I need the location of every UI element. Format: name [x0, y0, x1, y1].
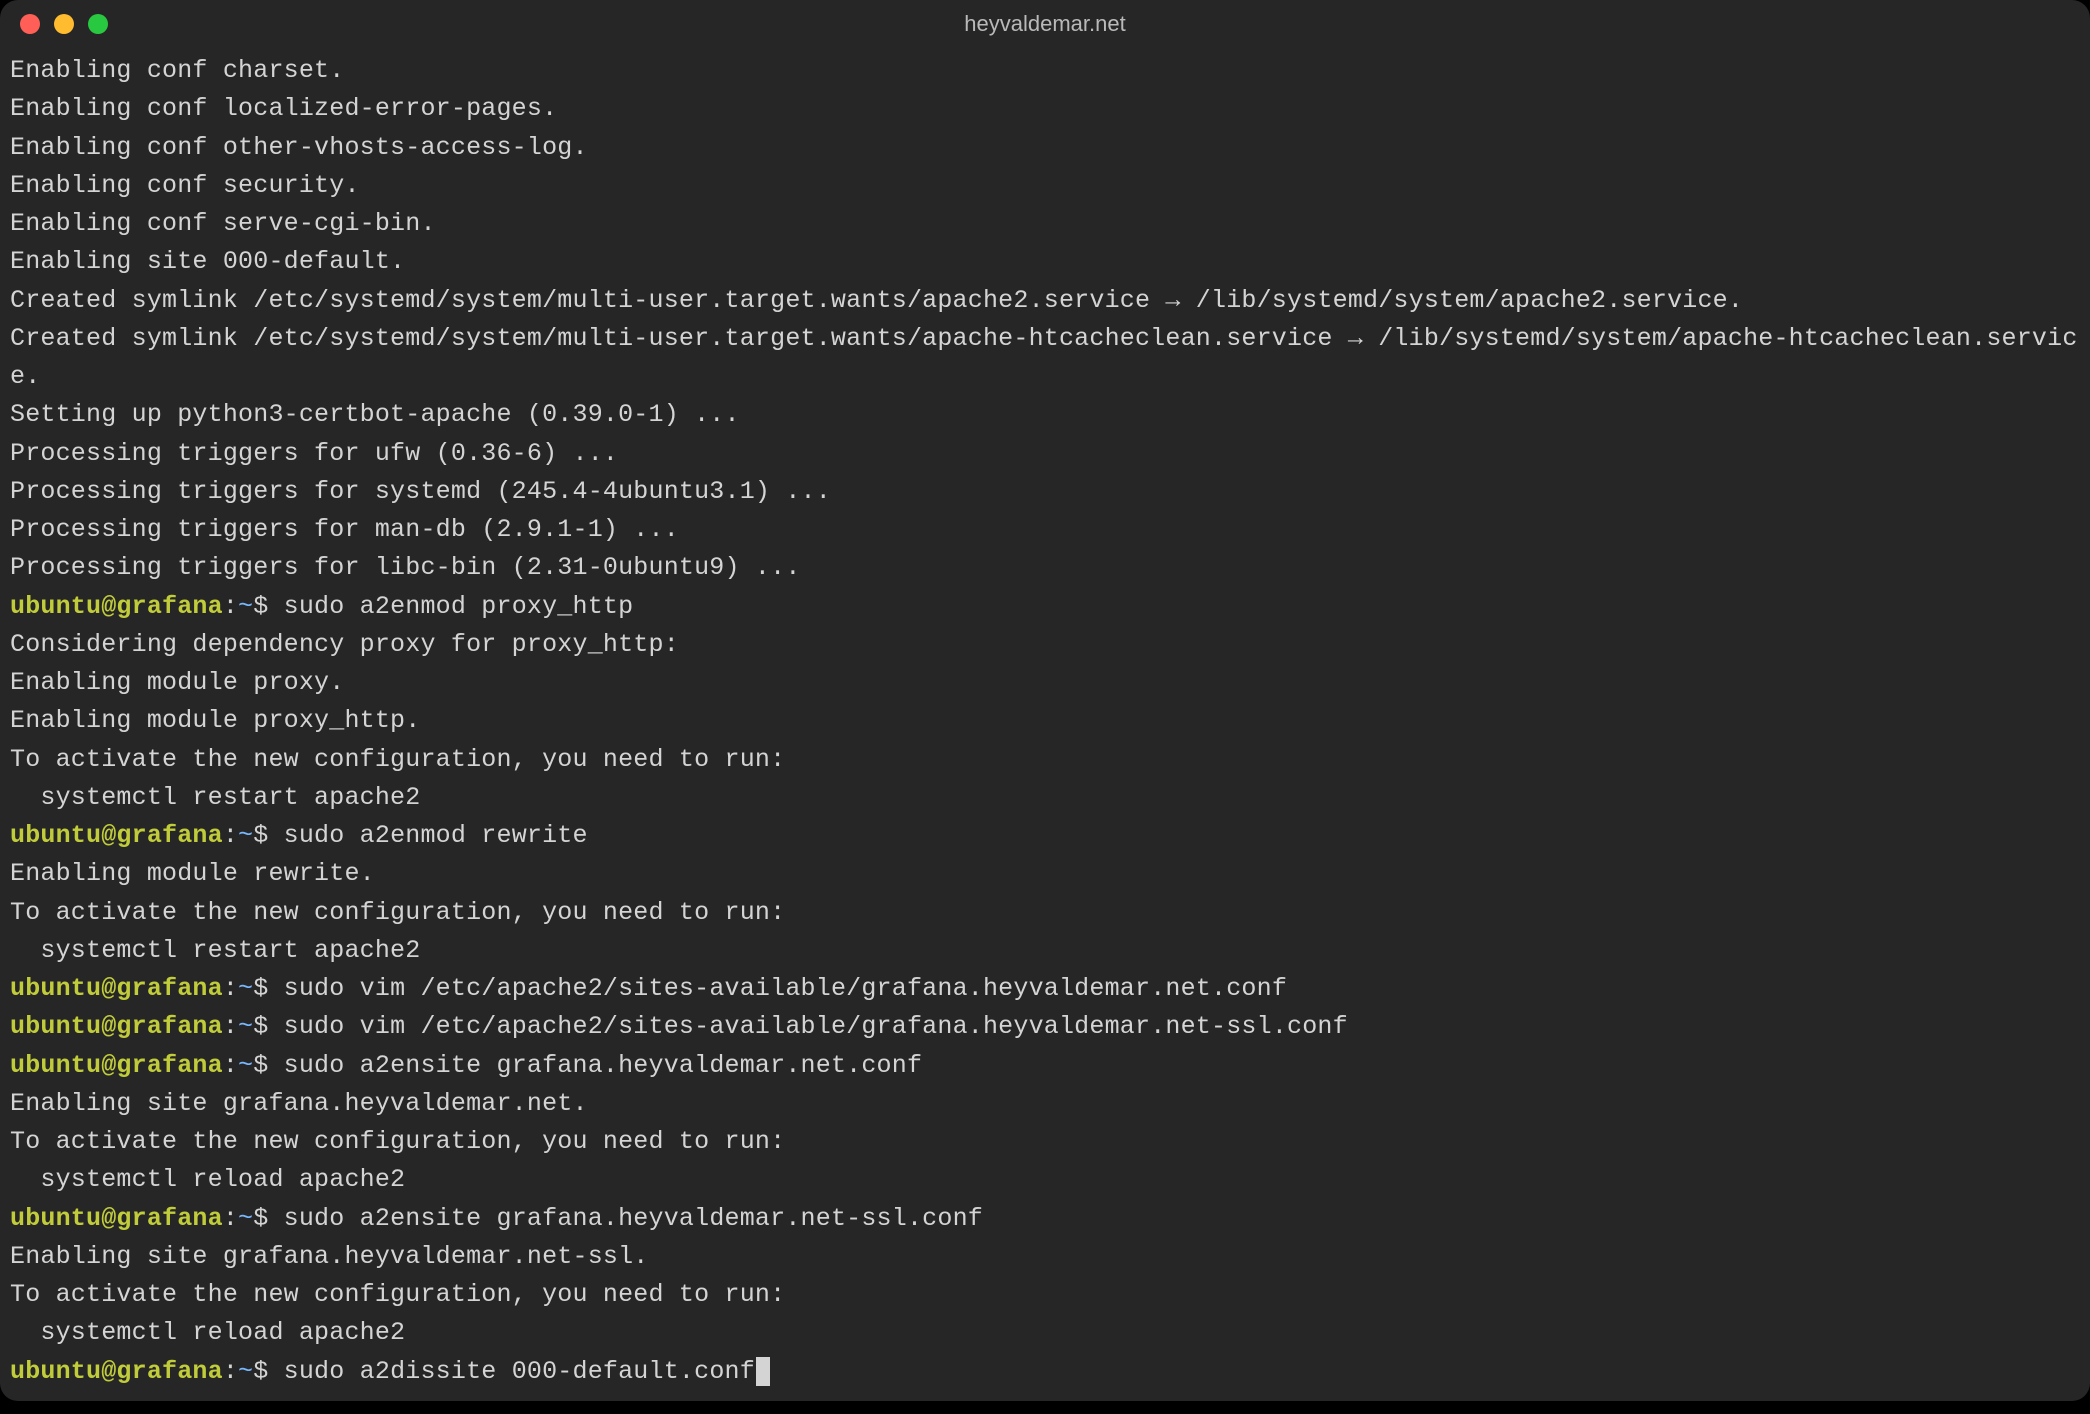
- output-line: Enabling conf serve-cgi-bin.: [10, 205, 2080, 243]
- output-line: To activate the new configuration, you n…: [10, 1276, 2080, 1314]
- output-line: Enabling module proxy_http.: [10, 702, 2080, 740]
- output-line: systemctl reload apache2: [10, 1161, 2080, 1199]
- shell-prompt: ubuntu@grafana:~$: [10, 592, 284, 621]
- output-line: Created symlink /etc/systemd/system/mult…: [10, 320, 2080, 397]
- terminal-window: heyvaldemar.net Enabling conf charset.En…: [0, 0, 2090, 1401]
- command-text: sudo vim /etc/apache2/sites-available/gr…: [284, 1012, 1348, 1041]
- command-text: sudo a2enmod rewrite: [284, 821, 588, 850]
- output-line: Processing triggers for man-db (2.9.1-1)…: [10, 511, 2080, 549]
- shell-prompt: ubuntu@grafana:~$: [10, 974, 284, 1003]
- shell-prompt: ubuntu@grafana:~$: [10, 1012, 284, 1041]
- output-line: To activate the new configuration, you n…: [10, 741, 2080, 779]
- command-text: sudo a2dissite 000-default.conf: [284, 1357, 755, 1386]
- output-line: Enabling site 000-default.: [10, 243, 2080, 281]
- shell-prompt: ubuntu@grafana:~$: [10, 1204, 284, 1233]
- output-line: To activate the new configuration, you n…: [10, 1123, 2080, 1161]
- output-line: Setting up python3-certbot-apache (0.39.…: [10, 396, 2080, 434]
- output-line: To activate the new configuration, you n…: [10, 894, 2080, 932]
- command-line: ubuntu@grafana:~$ sudo vim /etc/apache2/…: [10, 970, 2080, 1008]
- output-line: Processing triggers for libc-bin (2.31-0…: [10, 549, 2080, 587]
- output-line: Enabling site grafana.heyvaldemar.net-ss…: [10, 1238, 2080, 1276]
- output-line: systemctl reload apache2: [10, 1314, 2080, 1352]
- output-line: Created symlink /etc/systemd/system/mult…: [10, 282, 2080, 320]
- output-line: systemctl restart apache2: [10, 932, 2080, 970]
- command-text: sudo a2ensite grafana.heyvaldemar.net.co…: [284, 1051, 923, 1080]
- command-text: sudo vim /etc/apache2/sites-available/gr…: [284, 974, 1287, 1003]
- output-line: Processing triggers for systemd (245.4-4…: [10, 473, 2080, 511]
- output-line: Enabling conf localized-error-pages.: [10, 90, 2080, 128]
- output-line: Enabling conf other-vhosts-access-log.: [10, 129, 2080, 167]
- command-text: sudo a2enmod proxy_http: [284, 592, 634, 621]
- output-line: Enabling module rewrite.: [10, 855, 2080, 893]
- titlebar: heyvaldemar.net: [0, 0, 2090, 48]
- zoom-icon[interactable]: [88, 14, 108, 34]
- window-title: heyvaldemar.net: [0, 11, 2090, 37]
- output-line: Enabling conf security.: [10, 167, 2080, 205]
- command-line: ubuntu@grafana:~$ sudo vim /etc/apache2/…: [10, 1008, 2080, 1046]
- output-line: Processing triggers for ufw (0.36-6) ...: [10, 435, 2080, 473]
- output-line: Considering dependency proxy for proxy_h…: [10, 626, 2080, 664]
- traffic-lights: [20, 14, 108, 34]
- close-icon[interactable]: [20, 14, 40, 34]
- command-line: ubuntu@grafana:~$ sudo a2enmod proxy_htt…: [10, 588, 2080, 626]
- minimize-icon[interactable]: [54, 14, 74, 34]
- cursor: [756, 1357, 770, 1386]
- output-line: Enabling module proxy.: [10, 664, 2080, 702]
- terminal-body[interactable]: Enabling conf charset.Enabling conf loca…: [0, 48, 2090, 1401]
- output-line: systemctl restart apache2: [10, 779, 2080, 817]
- shell-prompt: ubuntu@grafana:~$: [10, 1357, 284, 1386]
- command-line: ubuntu@grafana:~$ sudo a2dissite 000-def…: [10, 1353, 2080, 1391]
- shell-prompt: ubuntu@grafana:~$: [10, 821, 284, 850]
- output-line: Enabling conf charset.: [10, 52, 2080, 90]
- output-line: Enabling site grafana.heyvaldemar.net.: [10, 1085, 2080, 1123]
- command-line: ubuntu@grafana:~$ sudo a2ensite grafana.…: [10, 1047, 2080, 1085]
- shell-prompt: ubuntu@grafana:~$: [10, 1051, 284, 1080]
- command-line: ubuntu@grafana:~$ sudo a2ensite grafana.…: [10, 1200, 2080, 1238]
- command-text: sudo a2ensite grafana.heyvaldemar.net-ss…: [284, 1204, 983, 1233]
- command-line: ubuntu@grafana:~$ sudo a2enmod rewrite: [10, 817, 2080, 855]
